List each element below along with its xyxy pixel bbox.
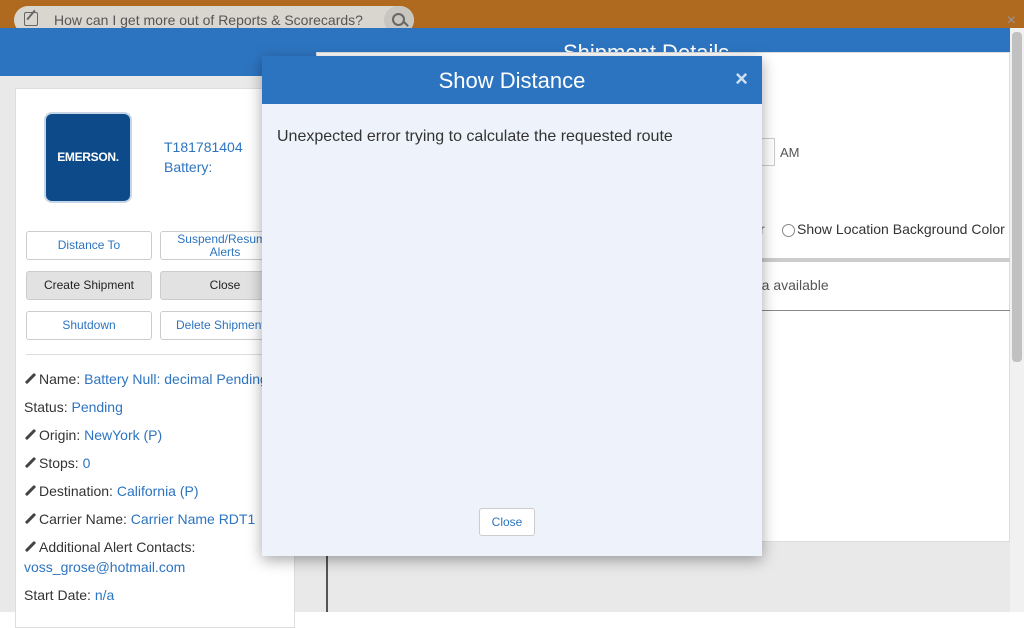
battery-link[interactable]: Battery: xyxy=(164,159,212,175)
origin-field: Origin: NewYork (P) xyxy=(24,427,162,443)
distance-to-button[interactable]: Distance To xyxy=(26,231,152,260)
pencil-icon[interactable] xyxy=(24,457,36,469)
modal-close-button[interactable]: Close xyxy=(479,508,535,536)
emerson-logo: EMERSON. xyxy=(46,114,130,201)
device-panel: EMERSON. T181781404 Battery: Distance To… xyxy=(15,88,295,628)
status-value: Pending xyxy=(71,399,123,415)
alert-contacts-field: Additional Alert Contacts: xyxy=(24,539,195,555)
carrier-label: Carrier Name: xyxy=(39,511,127,527)
start-date-label: Start Date: xyxy=(24,587,91,603)
pencil-icon[interactable] xyxy=(24,485,36,497)
show-location-bg-color-label: Show Location Background Color xyxy=(797,221,1005,237)
name-value[interactable]: Battery Null: decimal Pending xyxy=(84,371,268,387)
divider xyxy=(26,354,286,355)
close-icon[interactable]: × xyxy=(735,66,748,92)
show-location-bg-color-radio[interactable] xyxy=(782,224,795,237)
vertical-scrollbar[interactable] xyxy=(1010,28,1024,612)
modal-title: Show Distance xyxy=(438,68,586,93)
am-label: AM xyxy=(780,145,800,160)
modal-header: Show Distance × xyxy=(262,56,762,104)
name-field: Name: Battery Null: decimal Pending xyxy=(24,371,268,387)
pencil-icon[interactable] xyxy=(24,429,36,441)
scrollbar-thumb[interactable] xyxy=(1012,32,1022,362)
carrier-field: Carrier Name: Carrier Name RDT1 xyxy=(24,511,255,527)
shutdown-button[interactable]: Shutdown xyxy=(26,311,152,340)
carrier-value[interactable]: Carrier Name RDT1 xyxy=(131,511,255,527)
show-distance-modal: Show Distance × Unexpected error trying … xyxy=(262,56,762,556)
status-field: Status: Pending xyxy=(24,399,123,415)
logo-text: EMERSON. xyxy=(57,150,119,164)
help-search-text[interactable]: How can I get more out of Reports & Scor… xyxy=(54,12,363,28)
start-date-field: Start Date: n/a xyxy=(24,587,114,603)
name-label: Name: xyxy=(39,371,81,387)
stops-value[interactable]: 0 xyxy=(83,455,91,471)
destination-value[interactable]: California (P) xyxy=(117,483,199,499)
stops-label: Stops: xyxy=(39,455,79,471)
alert-contacts-value-row: voss_grose@hotmail.com xyxy=(24,559,185,575)
alert-contacts-label: Additional Alert Contacts: xyxy=(39,539,196,555)
pencil-icon[interactable] xyxy=(24,513,36,525)
stops-field: Stops: 0 xyxy=(24,455,90,471)
destination-field: Destination: California (P) xyxy=(24,483,199,499)
origin-value[interactable]: NewYork (P) xyxy=(84,427,162,443)
pencil-icon[interactable] xyxy=(24,373,36,385)
start-date-value: n/a xyxy=(94,587,115,603)
top-bar: How can I get more out of Reports & Scor… xyxy=(0,0,1024,34)
error-message: Unexpected error trying to calculate the… xyxy=(277,128,673,145)
status-label: Status: xyxy=(24,399,68,415)
device-id-link[interactable]: T181781404 xyxy=(164,139,243,155)
pencil-icon[interactable] xyxy=(24,541,36,553)
destination-label: Destination: xyxy=(39,483,113,499)
edit-icon xyxy=(24,12,38,26)
create-shipment-button[interactable]: Create Shipment xyxy=(26,271,152,300)
origin-label: Origin: xyxy=(39,427,81,443)
alert-contacts-value[interactable]: voss_grose@hotmail.com xyxy=(24,559,185,575)
